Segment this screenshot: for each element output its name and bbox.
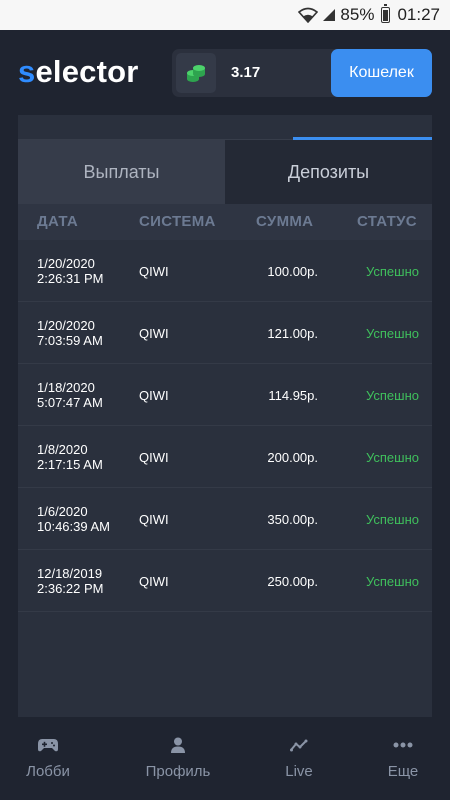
balance-value: 3.17 — [231, 64, 261, 81]
app-header: selector 3.17 Кошелек — [0, 30, 450, 115]
signal-icon — [323, 9, 336, 21]
column-status: СТАТУС — [357, 213, 417, 230]
row-date: 1/6/2020 10:46:39 AM — [37, 504, 110, 534]
transactions-panel: Выплаты Депозиты ДАТА СИСТЕМА СУММА СТАТ… — [18, 115, 432, 717]
table-header: ДАТА СИСТЕМА СУММА СТАТУС — [18, 204, 432, 240]
clock: 01:27 — [397, 5, 440, 24]
nav-more[interactable]: Еще — [358, 727, 448, 800]
nav-profile-label: Профиль — [145, 763, 211, 780]
nav-lobby-label: Лобби — [26, 763, 70, 780]
nav-live-label: Live — [285, 763, 313, 780]
battery-icon — [381, 4, 391, 23]
column-amount: СУММА — [256, 213, 314, 230]
row-status: Успешно — [366, 263, 419, 279]
bottom-nav: Лобби Профиль Live Еще — [0, 727, 450, 800]
logo[interactable]: selector — [18, 54, 139, 90]
row-system: QIWI — [139, 449, 169, 465]
column-system: СИСТЕМА — [139, 213, 216, 230]
row-amount: 200.00р. — [267, 449, 318, 465]
table-row[interactable]: 1/18/2020 5:07:47 AM QIWI 114.95р. Успеш… — [18, 364, 432, 426]
row-status: Успешно — [366, 449, 419, 465]
wallet-button[interactable]: Кошелек — [331, 49, 432, 97]
row-system: QIWI — [139, 511, 169, 527]
table-row[interactable]: 1/20/2020 2:26:31 PM QIWI 100.00р. Успеш… — [18, 240, 432, 302]
tab-deposits[interactable]: Депозиты — [225, 140, 432, 204]
row-amount: 121.00р. — [267, 325, 318, 341]
row-status: Успешно — [366, 387, 419, 403]
table-body: 1/20/2020 2:26:31 PM QIWI 100.00р. Успеш… — [18, 240, 432, 612]
user-icon — [171, 737, 185, 753]
table-row[interactable]: 12/18/2019 2:36:22 PM QIWI 250.00р. Успе… — [18, 550, 432, 612]
nav-live[interactable]: Live — [254, 727, 344, 800]
coins-icon — [176, 53, 216, 93]
row-system: QIWI — [139, 387, 169, 403]
tabs: Выплаты Депозиты — [18, 140, 432, 204]
table-row[interactable]: 1/8/2020 2:17:15 AM QIWI 200.00р. Успешн… — [18, 426, 432, 488]
nav-profile[interactable]: Профиль — [133, 727, 223, 800]
row-system: QIWI — [139, 325, 169, 341]
row-date: 1/18/2020 5:07:47 AM — [37, 380, 103, 410]
wifi-icon — [298, 7, 319, 23]
row-status: Успешно — [366, 325, 419, 341]
row-status: Успешно — [366, 511, 419, 527]
table-row[interactable]: 1/6/2020 10:46:39 AM QIWI 350.00р. Успеш… — [18, 488, 432, 550]
nav-lobby[interactable]: Лобби — [3, 727, 93, 800]
tab-payouts[interactable]: Выплаты — [18, 140, 225, 204]
gamepad-icon — [38, 739, 58, 752]
row-amount: 350.00р. — [267, 511, 318, 527]
more-dots-icon — [393, 742, 413, 748]
battery-percent: 85% — [340, 5, 375, 24]
row-system: QIWI — [139, 573, 169, 589]
row-date: 1/20/2020 7:03:59 AM — [37, 318, 103, 348]
column-date: ДАТА — [37, 213, 79, 230]
nav-more-label: Еще — [387, 763, 419, 780]
row-amount: 114.95р. — [268, 387, 318, 403]
row-amount: 250.00р. — [267, 573, 318, 589]
row-date: 1/20/2020 2:26:31 PM — [37, 256, 104, 286]
row-date: 12/18/2019 2:36:22 PM — [37, 566, 104, 596]
status-bar: 85% 01:27 — [0, 0, 450, 30]
panel-top-strip — [18, 115, 432, 140]
table-row[interactable]: 1/20/2020 7:03:59 AM QIWI 121.00р. Успеш… — [18, 302, 432, 364]
row-date: 1/8/2020 2:17:15 AM — [37, 442, 103, 472]
row-system: QIWI — [139, 263, 169, 279]
row-amount: 100.00р. — [267, 263, 318, 279]
live-chart-icon — [290, 739, 308, 752]
row-status: Успешно — [366, 573, 419, 589]
